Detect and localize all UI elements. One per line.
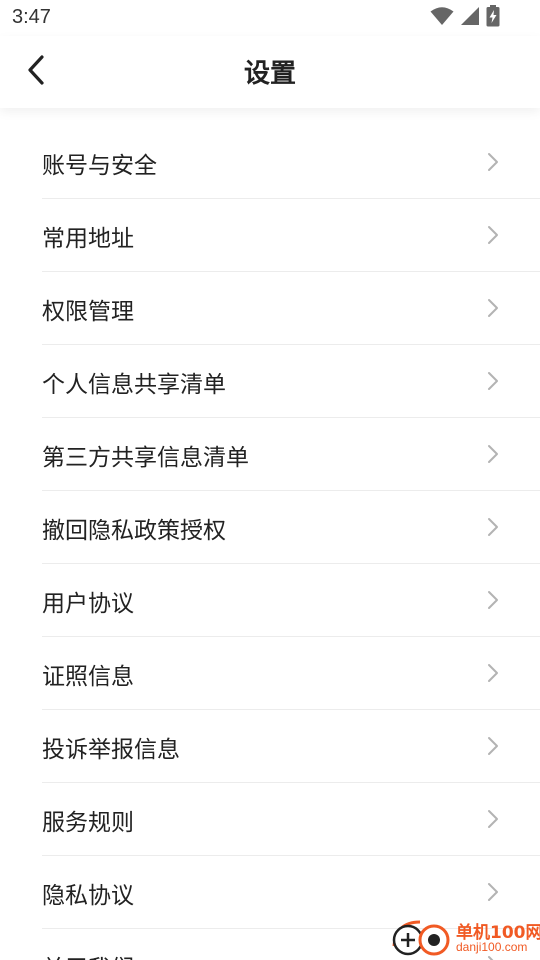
chevron-right-icon: [486, 151, 500, 173]
chevron-right-icon: [486, 443, 500, 465]
app-header: 设置: [0, 36, 540, 108]
cellular-signal-icon: [460, 6, 480, 30]
settings-item-label: 隐私协议: [42, 883, 134, 909]
settings-item-label: 权限管理: [42, 299, 134, 325]
settings-item-label: 服务规则: [42, 810, 134, 836]
watermark-logo-icon: [390, 916, 454, 960]
chevron-right-icon: [486, 735, 500, 757]
watermark: 单机100网 danji100.com: [390, 916, 540, 960]
settings-item-user-agreement[interactable]: 用户协议: [42, 564, 540, 637]
wifi-icon: [430, 6, 454, 30]
settings-item-label: 账号与安全: [42, 153, 157, 179]
settings-item-service-rules[interactable]: 服务规则: [42, 783, 540, 856]
settings-item-label: 关于我们: [42, 949, 134, 960]
chevron-right-icon: [486, 224, 500, 246]
status-icons: [430, 5, 500, 31]
chevron-right-icon: [486, 589, 500, 611]
settings-item-label: 常用地址: [42, 226, 134, 252]
settings-item-label: 撤回隐私政策授权: [42, 518, 226, 544]
settings-item-label: 用户协议: [42, 591, 134, 617]
page-title: 设置: [243, 59, 296, 89]
settings-item-label: 证照信息: [42, 664, 134, 690]
chevron-right-icon: [486, 808, 500, 830]
settings-item-personal-info-sharing[interactable]: 个人信息共享清单: [42, 345, 540, 418]
settings-list: 账号与安全 常用地址 权限管理 个人信息共享清单 第三方共享信息清单 撤回隐私政…: [0, 126, 540, 960]
settings-item-permissions[interactable]: 权限管理: [42, 272, 540, 345]
settings-item-license-info[interactable]: 证照信息: [42, 637, 540, 710]
settings-item-common-address[interactable]: 常用地址: [42, 199, 540, 272]
settings-item-third-party-sharing[interactable]: 第三方共享信息清单: [42, 418, 540, 491]
settings-item-label: 个人信息共享清单: [42, 372, 226, 398]
settings-item-label: 第三方共享信息清单: [42, 445, 249, 471]
settings-screen: 3:47 设置 账号与安全 常用地址 权限管理 个人信息共享清单 第三方共享信息…: [0, 0, 540, 960]
settings-item-account-security[interactable]: 账号与安全: [42, 126, 540, 199]
chevron-right-icon: [486, 297, 500, 319]
chevron-right-icon: [486, 881, 500, 903]
battery-charging-icon: [486, 5, 500, 31]
status-bar: 3:47: [0, 0, 540, 36]
settings-item-revoke-privacy-consent[interactable]: 撤回隐私政策授权: [42, 491, 540, 564]
settings-item-complaint-report[interactable]: 投诉举报信息: [42, 710, 540, 783]
chevron-right-icon: [486, 516, 500, 538]
chevron-right-icon: [486, 370, 500, 392]
status-time: 3:47: [12, 6, 51, 28]
chevron-right-icon: [486, 662, 500, 684]
watermark-domain: danji100.com: [456, 940, 528, 954]
settings-item-label: 投诉举报信息: [42, 737, 180, 763]
